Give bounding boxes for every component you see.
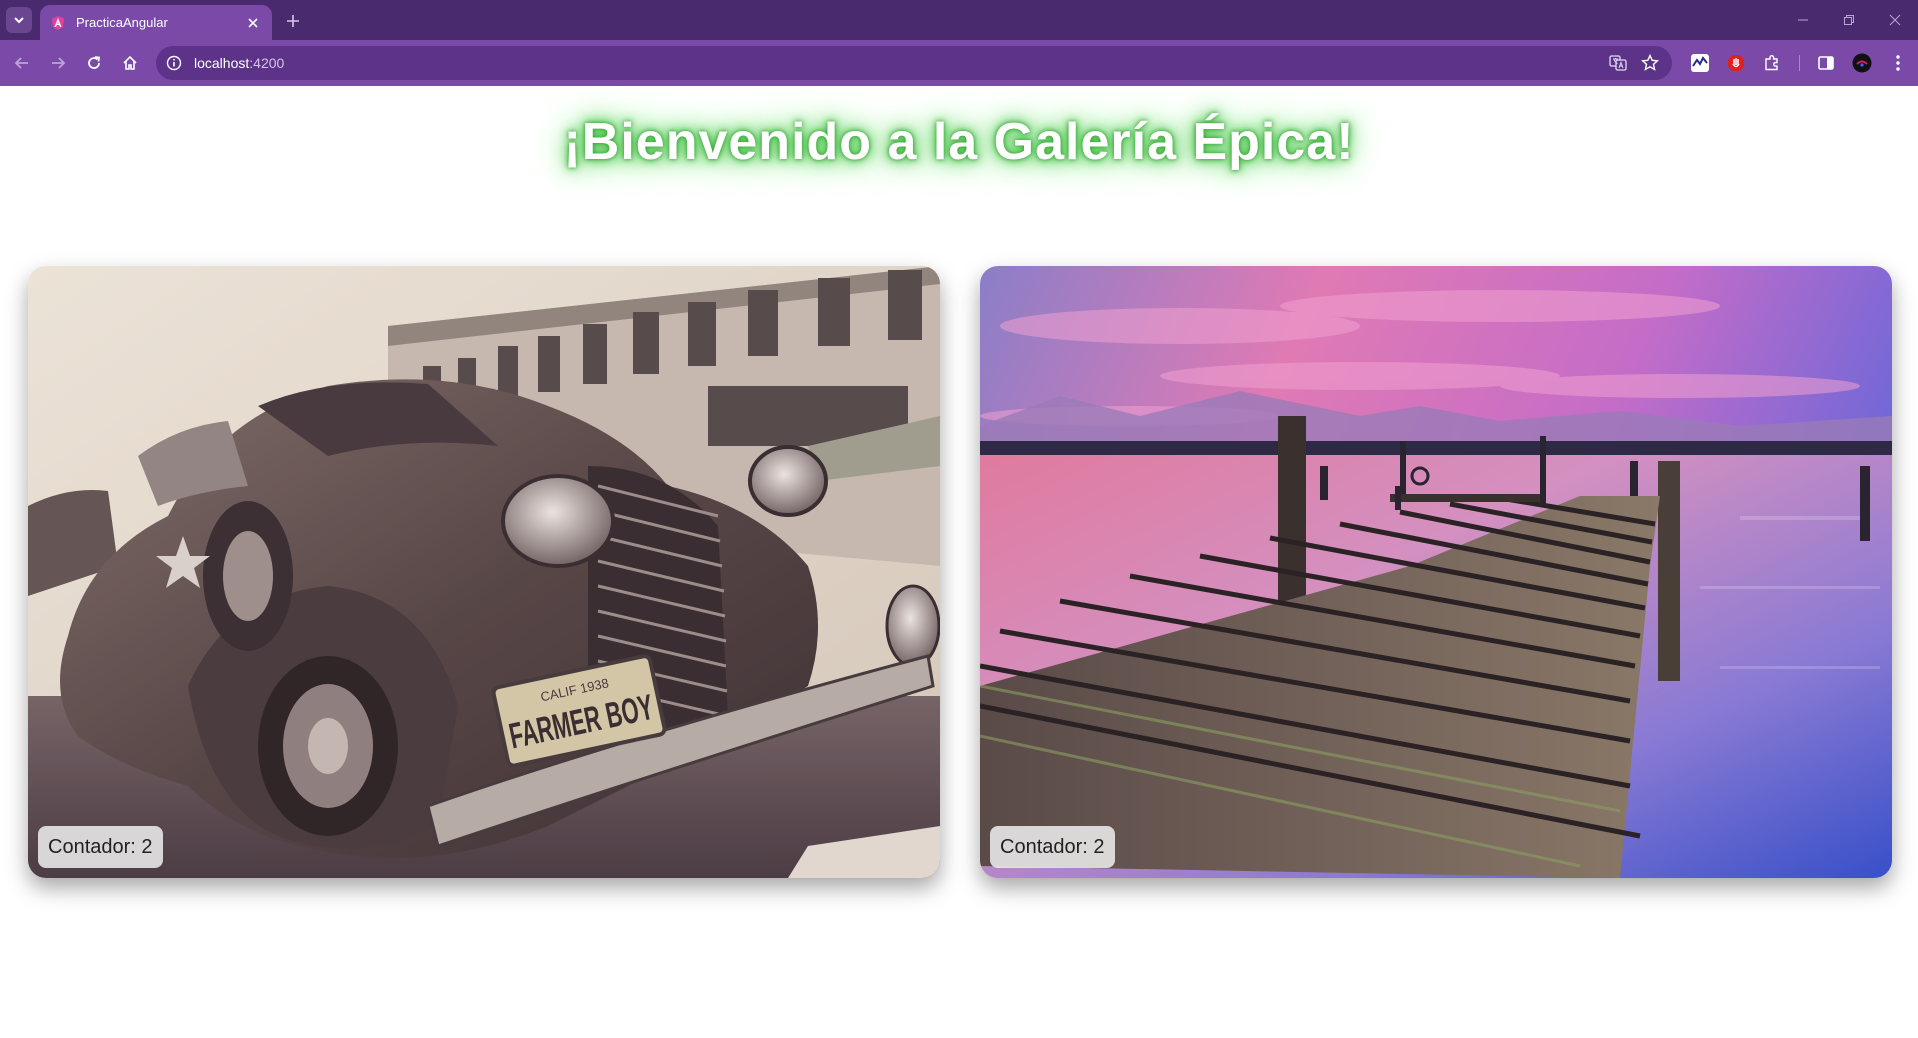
vintage-car-image: CALIF 1938 FARMER BOY xyxy=(28,266,940,878)
arrow-right-icon xyxy=(52,57,66,69)
tab-search-button[interactable] xyxy=(6,7,32,33)
forward-button[interactable] xyxy=(46,51,70,75)
reload-icon xyxy=(88,56,101,69)
window-controls xyxy=(1780,0,1918,40)
extensions-puzzle-icon[interactable] xyxy=(1760,51,1784,75)
home-icon xyxy=(123,55,137,70)
side-panel-icon[interactable] xyxy=(1814,51,1838,75)
minimize-icon xyxy=(1798,19,1808,21)
pier-sunset-image xyxy=(980,266,1892,878)
browser-toolbar: localhost:4200 xyxy=(0,40,1918,86)
address-bar[interactable]: localhost:4200 xyxy=(156,46,1672,80)
page-content: ¡Bienvenido a la Galería Épica! CALIF 19… xyxy=(0,86,1918,1038)
arrow-left-icon xyxy=(14,57,28,69)
extension-adblock-icon[interactable] xyxy=(1724,51,1748,75)
url-host: localhost xyxy=(194,55,250,71)
site-info-icon[interactable] xyxy=(164,53,184,73)
minimize-button[interactable] xyxy=(1780,0,1826,40)
counter-label: Contador: 2 xyxy=(1000,835,1105,858)
browser-tab-strip: PracticaAngular xyxy=(0,0,1918,40)
chevron-down-icon xyxy=(14,17,24,24)
back-button[interactable] xyxy=(10,51,34,75)
gallery-card-car[interactable]: CALIF 1938 FARMER BOY Contador: 2 xyxy=(28,266,940,878)
restore-icon xyxy=(1844,15,1854,25)
new-tab-button[interactable] xyxy=(282,10,304,32)
angular-favicon-icon xyxy=(50,15,66,31)
close-tab-icon[interactable] xyxy=(244,14,262,32)
counter-badge: Contador: 2 xyxy=(38,826,163,868)
page-title: ¡Bienvenido a la Galería Épica! xyxy=(563,113,1355,171)
close-window-button[interactable] xyxy=(1872,0,1918,40)
counter-badge: Contador: 2 xyxy=(990,826,1115,868)
home-button[interactable] xyxy=(118,51,142,75)
restore-button[interactable] xyxy=(1826,0,1872,40)
close-icon xyxy=(1889,14,1901,26)
profile-avatar-icon[interactable] xyxy=(1850,51,1874,75)
toolbar-divider xyxy=(1799,55,1800,71)
extension-chart-icon[interactable] xyxy=(1688,51,1712,75)
counter-label: Contador: 2 xyxy=(48,835,153,858)
translate-icon[interactable] xyxy=(1608,53,1628,73)
gallery-card-pier[interactable]: Contador: 2 xyxy=(980,266,1892,878)
url-port: :4200 xyxy=(249,55,285,71)
address-url[interactable]: localhost:4200 xyxy=(194,55,284,71)
tab-title: PracticaAngular xyxy=(76,15,168,30)
browser-menu-icon[interactable] xyxy=(1886,51,1910,75)
reload-button[interactable] xyxy=(82,51,106,75)
plus-icon xyxy=(287,15,299,27)
bookmark-star-icon[interactable] xyxy=(1640,53,1660,73)
browser-tab[interactable]: PracticaAngular xyxy=(40,5,272,40)
